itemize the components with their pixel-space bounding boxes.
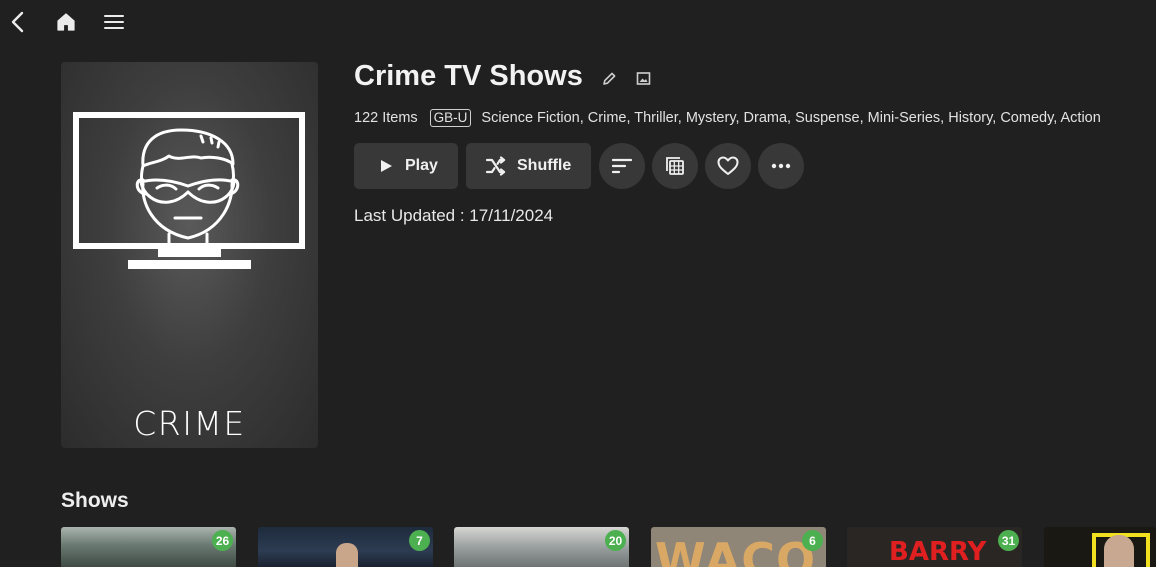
home-icon [57, 13, 75, 31]
view-icon [666, 157, 684, 175]
poster-title: CRIME [133, 404, 246, 443]
menu-button[interactable] [100, 8, 128, 36]
favorite-button[interactable] [705, 143, 751, 189]
play-icon [381, 160, 392, 172]
card-poster-text: WACO [655, 533, 817, 567]
tv-robber-icon [73, 112, 305, 269]
show-card[interactable]: 20 [454, 527, 629, 567]
official-rating: GB-U [429, 109, 472, 127]
heart-icon [717, 156, 739, 175]
sort-icon [612, 158, 632, 174]
show-card[interactable]: 7 [258, 527, 433, 567]
show-card[interactable]: BARRY 31 [847, 527, 1022, 567]
top-bar [0, 0, 1156, 44]
unplayed-count-badge: 20 [605, 530, 626, 551]
collection-poster[interactable]: CRIME [61, 62, 318, 448]
show-card[interactable] [1044, 527, 1156, 567]
card-art [1104, 535, 1134, 567]
edit-icon [603, 72, 616, 85]
edit-images-button[interactable] [635, 70, 652, 92]
back-button[interactable] [5, 8, 33, 36]
sort-button[interactable] [599, 143, 645, 189]
show-card[interactable]: WACO 6 [651, 527, 826, 567]
more-button[interactable] [758, 143, 804, 189]
genres[interactable]: Science Fiction, Crime, Thriller, Myster… [481, 110, 1100, 126]
last-updated: Last Updated : 17/11/2024 [354, 206, 554, 225]
page-title: Crime TV Shows [354, 60, 583, 92]
item-count: 122 Items [354, 110, 418, 126]
show-card[interactable]: 26 [61, 527, 236, 567]
meta-line: 122 Items GB-U Science Fiction, Crime, T… [354, 108, 1101, 128]
shuffle-icon [485, 156, 506, 176]
image-icon [636, 72, 651, 85]
play-label: Play [405, 157, 438, 174]
menu-icon [104, 15, 124, 29]
unplayed-count-badge: 31 [998, 530, 1019, 551]
unplayed-count-badge: 6 [802, 530, 823, 551]
shuffle-label: Shuffle [517, 157, 572, 174]
view-settings-button[interactable] [652, 143, 698, 189]
unplayed-count-badge: 7 [409, 530, 430, 551]
shows-section-title: Shows [61, 489, 129, 512]
play-button[interactable]: Play [354, 143, 458, 189]
edit-button[interactable] [601, 70, 618, 92]
shuffle-button[interactable]: Shuffle [466, 143, 591, 189]
home-button[interactable] [52, 8, 80, 36]
more-icon [771, 163, 791, 169]
card-art [336, 543, 358, 567]
back-icon [11, 11, 24, 33]
unplayed-count-badge: 26 [212, 530, 233, 551]
